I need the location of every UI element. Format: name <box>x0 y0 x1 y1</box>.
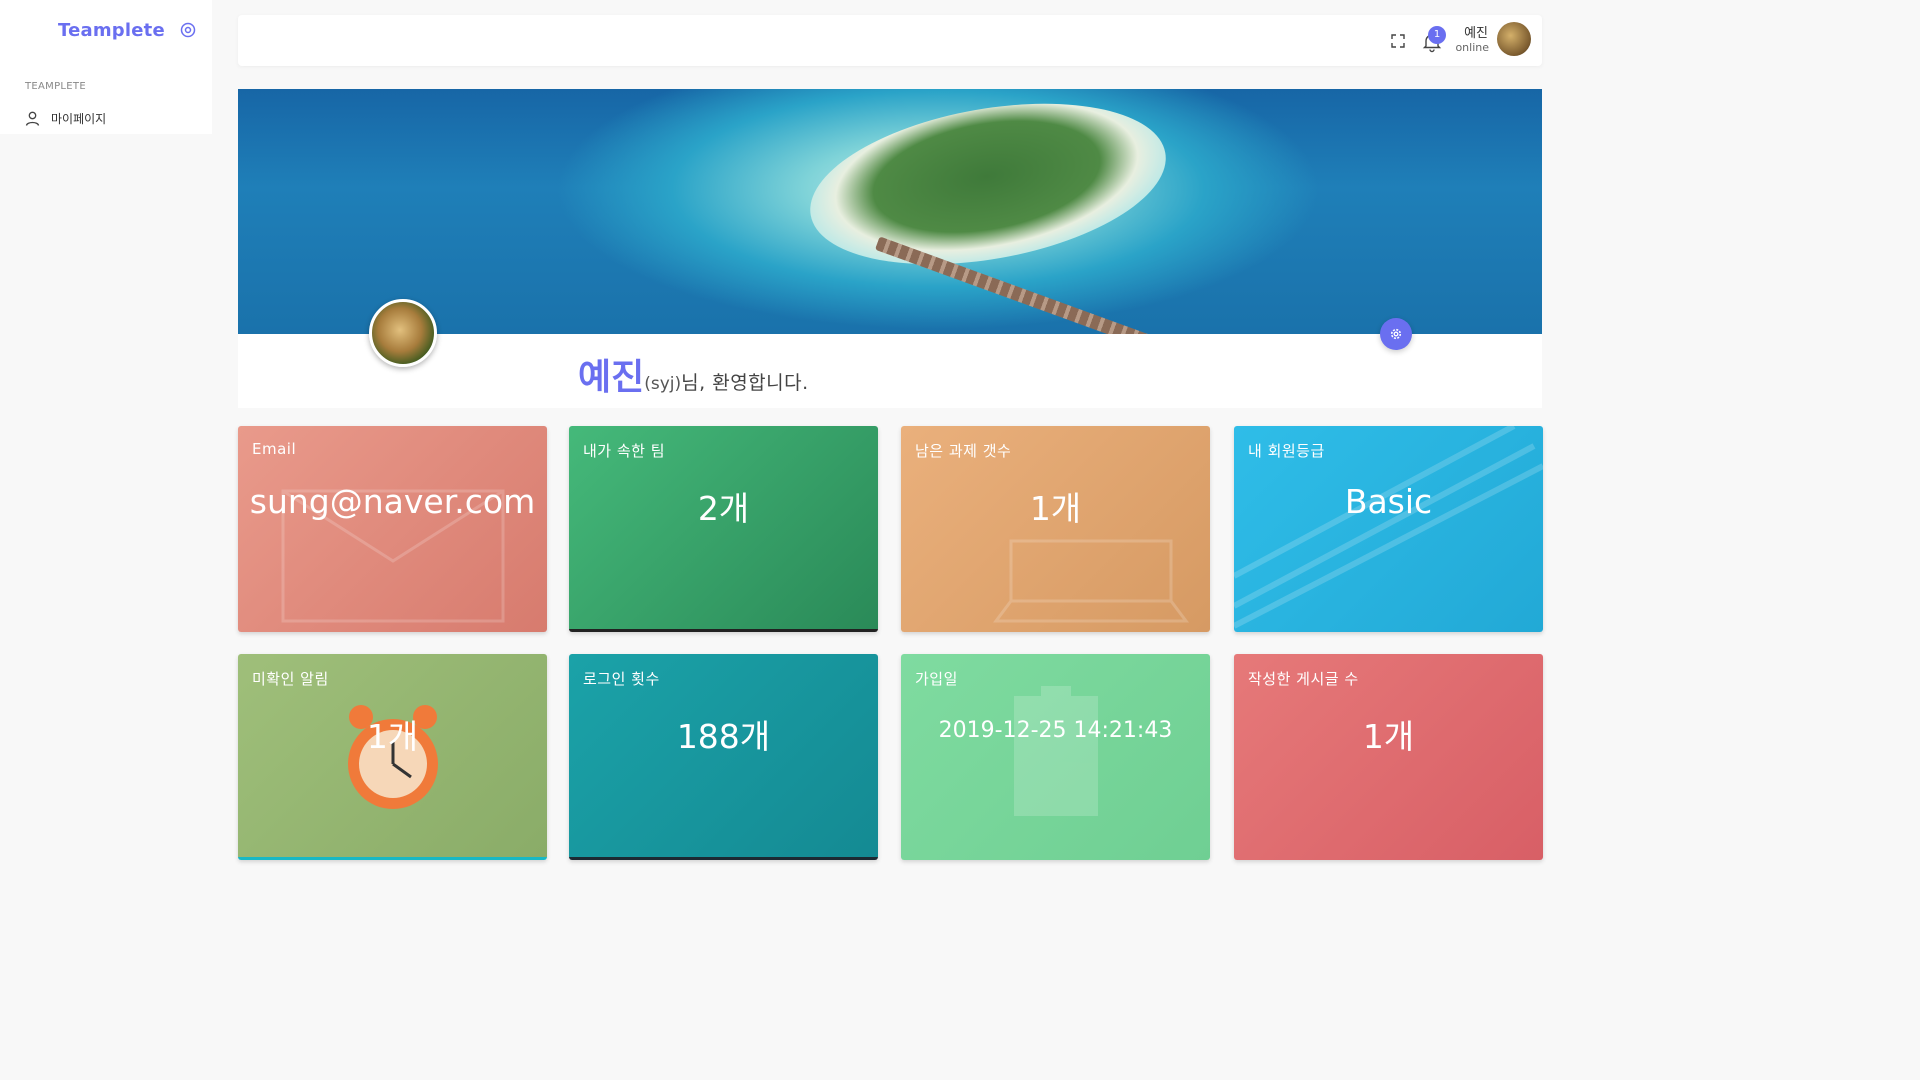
stat-card-login-count[interactable]: 로그인 횟수 188개 <box>569 654 878 860</box>
stat-card-join-date[interactable]: 가입일 2019-12-25 14:21:43 <box>901 654 1210 860</box>
topbar-avatar[interactable] <box>1497 22 1531 56</box>
topbar-user-status: online <box>1455 41 1489 54</box>
stat-card-label: Email <box>252 440 297 458</box>
stat-card-teams[interactable]: 내가 속한 팀 2개 <box>569 426 878 632</box>
stat-card-value: Basic <box>1344 482 1433 521</box>
stat-card-value: sung@naver.com <box>249 482 536 521</box>
sidebar-item-label: 마이페이지 <box>51 112 107 126</box>
user-icon <box>25 111 40 126</box>
stat-card-email[interactable]: Email sung@naver.com <box>238 426 547 632</box>
stat-card-value: 1개 <box>1029 489 1082 528</box>
profile-name: 예진 <box>578 357 645 398</box>
stat-card-value: 2019-12-25 14:21:43 <box>938 718 1173 743</box>
welcome-text: 님, 환영합니다. <box>681 372 809 394</box>
gear-icon <box>1390 328 1402 340</box>
stat-card-unread-alerts[interactable]: 미확인 알림 1개 <box>238 654 547 860</box>
stat-card-post-count[interactable]: 작성한 게시글 수 1개 <box>1234 654 1543 860</box>
sidebar-section-title: TEAMPLETE <box>25 81 86 92</box>
top-navbar <box>238 15 1542 66</box>
stat-card-label: 가입일 <box>915 670 958 688</box>
stat-card-value: 2개 <box>697 489 750 528</box>
topbar-user-name[interactable]: 예진 <box>1440 22 1488 41</box>
stat-card-membership[interactable]: 내 회원등급 Basic <box>1234 426 1543 632</box>
profile-id: (syj) <box>644 374 682 394</box>
welcome-message: 예진(syj)님, 환영합니다. <box>578 348 809 400</box>
sidebar-item-mypage[interactable]: 마이페이지 <box>24 110 106 127</box>
sidebar: Teamplete TEAMPLETE 마이페이지 <box>0 0 212 134</box>
stat-card-label: 미확인 알림 <box>252 670 329 688</box>
stat-card-label: 내가 속한 팀 <box>583 442 666 460</box>
stat-card-label: 남은 과제 갯수 <box>915 442 1012 460</box>
stat-card-remaining-tasks[interactable]: 남은 과제 갯수 1개 <box>901 426 1210 632</box>
fullscreen-icon[interactable] <box>1390 33 1406 49</box>
brand-logo[interactable]: Teamplete <box>58 20 165 41</box>
stat-card-value: 188개 <box>676 717 771 756</box>
sidebar-toggle-icon[interactable] <box>180 22 196 38</box>
stat-card-label: 로그인 횟수 <box>583 670 660 688</box>
banner-settings-button[interactable] <box>1380 318 1412 350</box>
stat-card-value: 1개 <box>1362 717 1415 756</box>
stat-card-label: 내 회원등급 <box>1248 442 1325 460</box>
stat-card-label: 작성한 게시글 수 <box>1248 670 1359 688</box>
profile-avatar[interactable] <box>369 299 437 367</box>
stat-card-value: 1개 <box>366 717 419 756</box>
profile-banner-image <box>238 89 1542 334</box>
island-graphic <box>797 89 1179 290</box>
clipboard-decoration <box>1014 686 1098 816</box>
laptop-decoration <box>993 539 1189 623</box>
